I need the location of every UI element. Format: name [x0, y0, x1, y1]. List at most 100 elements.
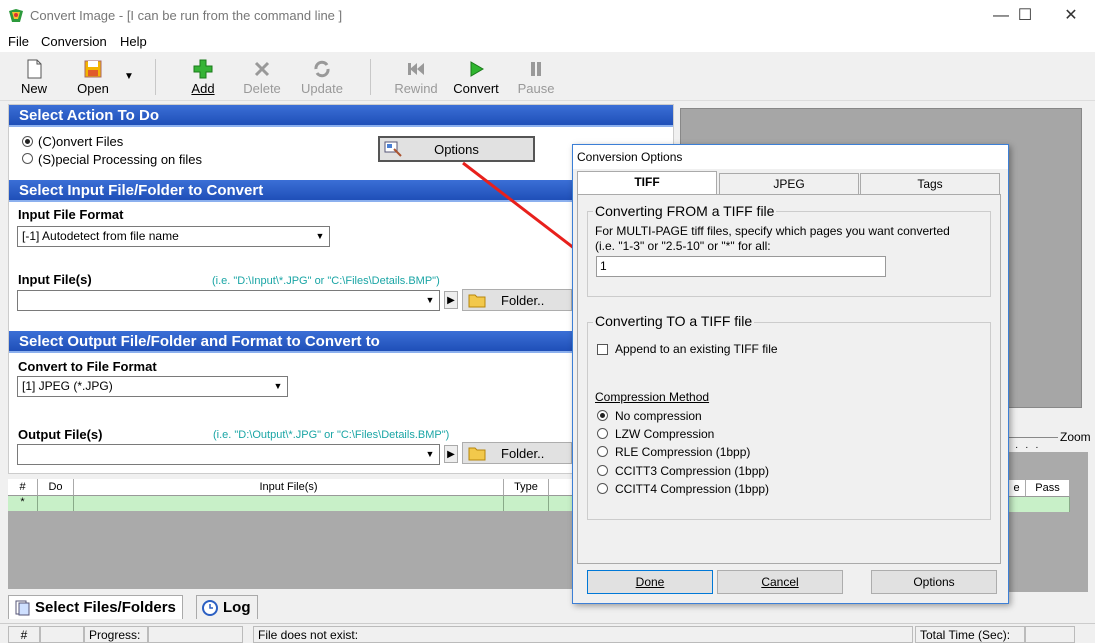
chevron-down-icon: ▼: [273, 381, 283, 391]
rewind-icon: [408, 63, 424, 75]
input-format-label: Input File Format: [18, 207, 124, 222]
input-format-value: [-1] Autodetect from file name: [22, 229, 179, 243]
delete-x-icon: [254, 61, 270, 77]
status-total-time: Total Time (Sec):: [915, 626, 1025, 643]
input-arrow-icon[interactable]: ▶: [444, 291, 458, 309]
folder-icon: [468, 294, 486, 308]
tab-select-files[interactable]: Select Files/Folders: [8, 595, 183, 619]
grid-row-marker[interactable]: *: [8, 496, 38, 511]
grid-header-input-files[interactable]: Input File(s): [74, 479, 504, 496]
label-lzw: LZW Compression: [615, 427, 715, 441]
status-message: File does not exist:: [253, 626, 913, 643]
tab-tiff[interactable]: TIFF: [577, 171, 717, 195]
refresh-icon: [314, 60, 330, 78]
pause-button[interactable]: Pause: [506, 57, 566, 99]
menu-bar: File Conversion Help: [0, 32, 1095, 52]
options-icon: [384, 141, 402, 157]
special-processing-radio[interactable]: [22, 153, 33, 164]
convert-label: Convert: [453, 81, 499, 96]
open-label: Open: [77, 81, 109, 96]
cancel-button[interactable]: Cancel: [717, 570, 843, 594]
delete-button[interactable]: Delete: [232, 57, 292, 99]
toolbar: New Open ▼ Add Delete Update Rewind Conv…: [0, 53, 1095, 101]
menu-help[interactable]: Help: [120, 34, 147, 49]
folder-icon: [468, 447, 486, 461]
from-tiff-text2: (i.e. "1-3" or "2.5-10" or "*" for all:: [595, 239, 771, 253]
grid-header-pass[interactable]: Pass: [1026, 480, 1070, 497]
progress-bar: [148, 626, 243, 643]
section-action-header: Select Action To Do: [9, 105, 673, 127]
menu-file[interactable]: File: [8, 34, 29, 49]
radio-no-compression[interactable]: [597, 410, 608, 421]
rewind-button[interactable]: Rewind: [386, 57, 446, 99]
add-button[interactable]: Add: [173, 57, 233, 99]
tab-jpeg[interactable]: JPEG: [719, 173, 859, 194]
input-folder-button[interactable]: Folder..: [462, 289, 572, 311]
toolbar-separator: [155, 59, 156, 95]
zoom-slider[interactable]: [1008, 437, 1058, 438]
toolbar-separator: [370, 59, 371, 95]
grid-header-do[interactable]: Do: [38, 479, 74, 496]
append-label: Append to an existing TIFF file: [615, 342, 778, 356]
input-files-hint: (i.e. "D:\Input\*.JPG" or "C:\Files\Deta…: [212, 275, 440, 287]
output-folder-button[interactable]: Folder..: [462, 442, 572, 464]
open-button[interactable]: Open: [63, 57, 123, 99]
convert-files-radio[interactable]: [22, 136, 33, 147]
output-files-label: Output File(s): [18, 427, 103, 442]
rewind-label: Rewind: [394, 81, 438, 96]
grid-cell[interactable]: [38, 496, 74, 511]
update-label: Update: [301, 81, 343, 96]
tab-log-label: Log: [223, 599, 251, 616]
output-files-field[interactable]: ▼: [17, 444, 440, 465]
new-button[interactable]: New: [4, 57, 64, 99]
radio-ccitt4[interactable]: [597, 483, 608, 494]
grid-header-type[interactable]: Type: [504, 479, 549, 496]
status-hash: #: [8, 626, 40, 643]
input-files-field[interactable]: ▼: [17, 290, 440, 311]
open-dropdown-icon[interactable]: ▼: [124, 71, 134, 82]
update-button[interactable]: Update: [292, 57, 352, 99]
input-format-select[interactable]: [-1] Autodetect from file name ▼: [17, 226, 330, 247]
grid-cell[interactable]: [74, 496, 504, 511]
conversion-options-dialog: Conversion Options TIFF JPEG Tags Conver…: [572, 144, 1009, 604]
grid-header-e[interactable]: e: [1008, 480, 1026, 497]
input-folder-label: Folder..: [501, 293, 545, 308]
done-button[interactable]: Done: [587, 570, 713, 594]
tiff-tab-panel: Converting FROM a TIFF file For MULTI-PA…: [577, 194, 1001, 564]
dialog-title: Conversion Options: [573, 145, 1008, 169]
radio-rle[interactable]: [597, 446, 608, 457]
new-file-icon: [27, 59, 42, 79]
compression-label: Compression Method: [595, 390, 710, 404]
from-tiff-group-title: Converting FROM a TIFF file: [593, 203, 777, 219]
add-label: Add: [191, 81, 215, 96]
tab-select-files-label: Select Files/Folders: [35, 599, 176, 616]
grid-header-number[interactable]: #: [8, 479, 38, 496]
tab-log[interactable]: Log: [196, 595, 258, 619]
close-button[interactable]: ✕: [1048, 4, 1094, 28]
save-disk-icon: [84, 60, 102, 78]
maximize-button[interactable]: ☐: [1002, 4, 1048, 28]
chevron-down-icon: ▼: [315, 231, 325, 241]
zoom-label: Zoom: [1060, 430, 1091, 444]
status-progress-label: Progress:: [84, 626, 148, 643]
pages-input[interactable]: 1: [596, 256, 886, 277]
delete-label: Delete: [243, 81, 281, 96]
output-format-select[interactable]: [1] JPEG (*.JPG) ▼: [17, 376, 288, 397]
dialog-options-button[interactable]: Options: [871, 570, 997, 594]
convert-button[interactable]: Convert: [446, 57, 506, 99]
from-tiff-text1: For MULTI-PAGE tiff files, specify which…: [595, 224, 950, 238]
new-label: New: [20, 81, 47, 96]
convert-files-label: (C)onvert Files: [38, 134, 124, 149]
status-bar: # Progress: File does not exist: Total T…: [0, 623, 1095, 643]
output-arrow-icon[interactable]: ▶: [444, 445, 458, 463]
append-checkbox[interactable]: [597, 344, 608, 355]
chevron-down-icon: ▼: [425, 295, 435, 305]
grid-cell[interactable]: [504, 496, 549, 511]
status-count: [40, 626, 84, 643]
radio-ccitt3[interactable]: [597, 465, 608, 476]
tab-tags[interactable]: Tags: [860, 173, 1000, 194]
grid-cell[interactable]: [1008, 497, 1070, 512]
menu-conversion[interactable]: Conversion: [41, 34, 107, 49]
label-ccitt4: CCITT4 Compression (1bpp): [615, 482, 770, 496]
radio-lzw[interactable]: [597, 428, 608, 439]
